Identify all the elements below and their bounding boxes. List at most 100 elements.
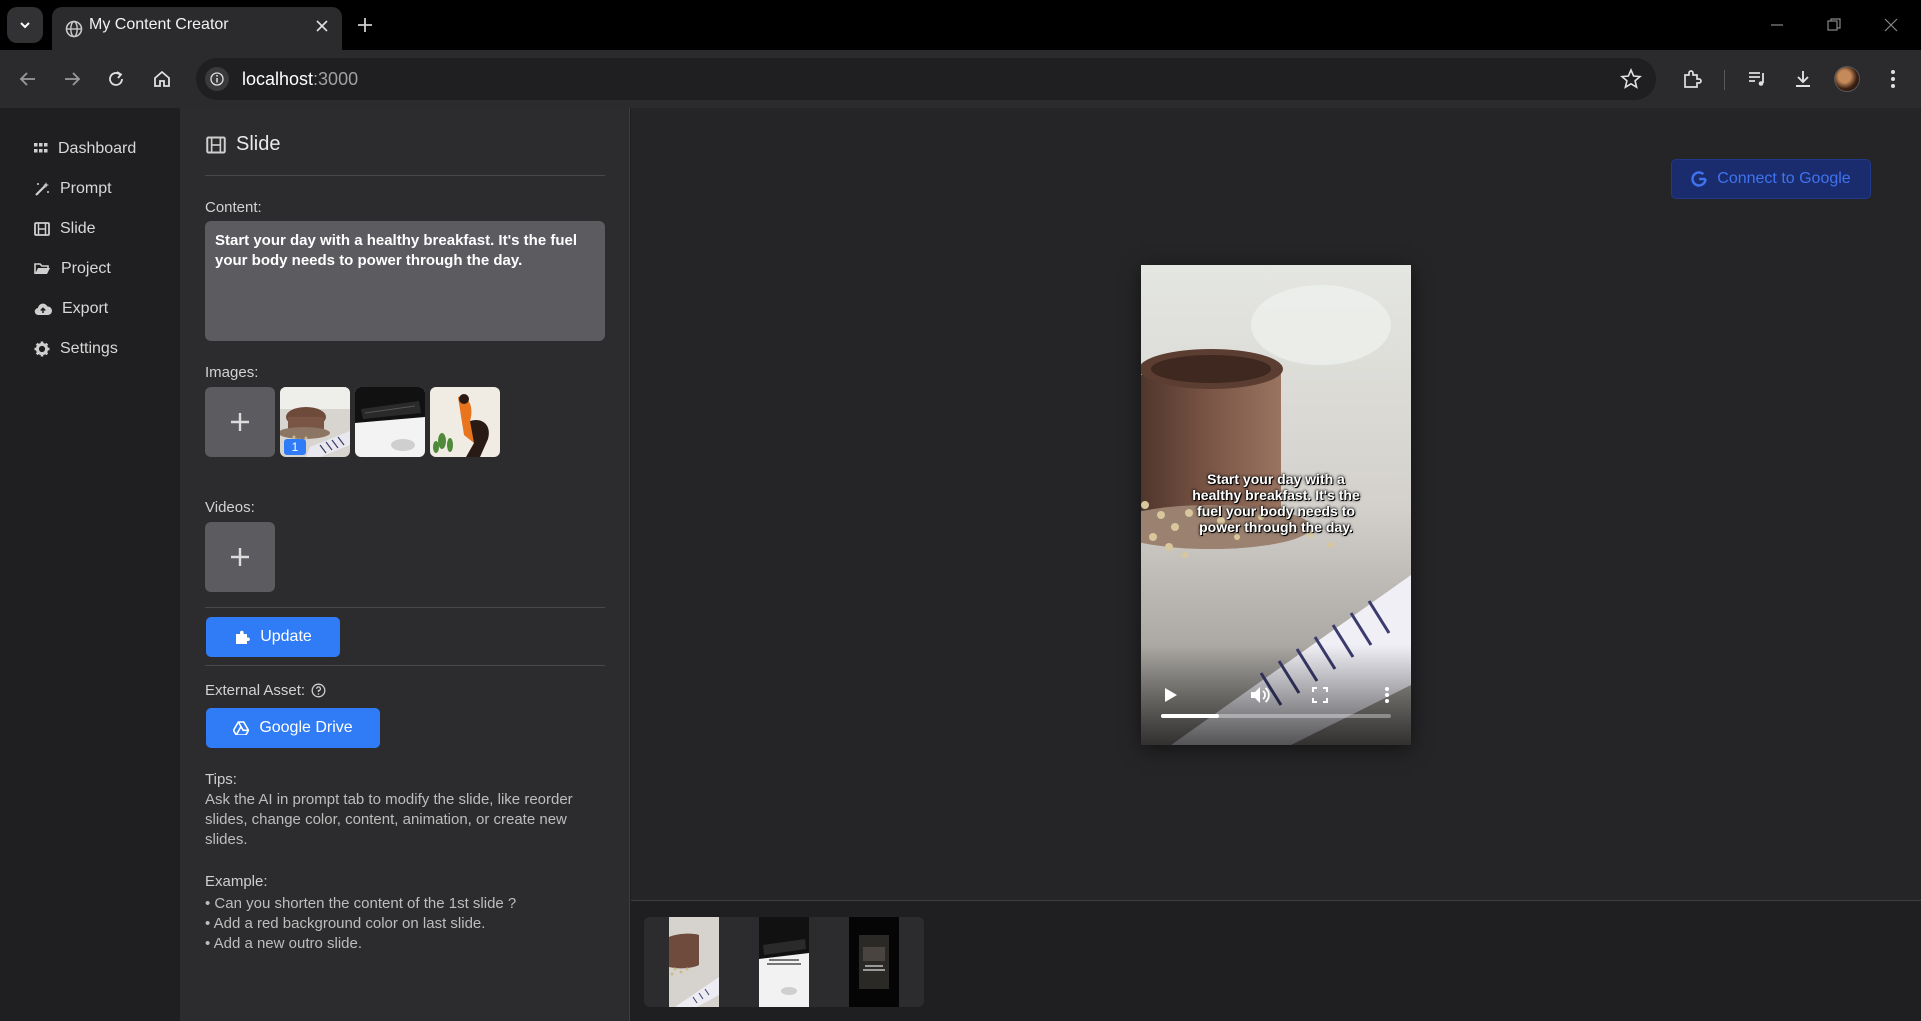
browser-toolbar: localhost:3000 (0, 50, 1921, 108)
puzzle-icon (1684, 70, 1702, 88)
content-textarea[interactable]: Start your day with a healthy breakfast.… (205, 221, 605, 341)
volume-icon (1251, 687, 1270, 703)
sidebar-item-label: Dashboard (58, 140, 137, 157)
sidebar-item-dashboard[interactable]: Dashboard (34, 135, 136, 163)
download-icon (1796, 71, 1810, 87)
restore-icon (1827, 18, 1841, 31)
queue-music-icon (1749, 72, 1764, 86)
toolbar-divider (1724, 70, 1725, 90)
url-host: localhost (242, 69, 314, 89)
mute-button[interactable] (1248, 683, 1272, 707)
play-button[interactable] (1159, 683, 1183, 707)
chevron-down-icon (20, 22, 30, 29)
sidebar-item-export[interactable]: Export (34, 295, 108, 323)
connect-google-button[interactable]: Connect to Google (1671, 159, 1871, 199)
tab-close-button[interactable] (312, 16, 332, 36)
gear-icon (34, 341, 50, 357)
forward-button[interactable] (55, 62, 89, 96)
divider (205, 665, 605, 666)
browser-tabbar: My Content Creator (0, 0, 1921, 50)
sidebar: Dashboard Prompt Slide Project Export Se… (0, 108, 180, 1021)
help-circle-icon[interactable] (311, 683, 326, 698)
videos-label: Videos: (205, 499, 255, 516)
downloads-button[interactable] (1788, 64, 1818, 94)
plus-icon (231, 548, 249, 566)
browser-menu-button[interactable] (1878, 64, 1908, 94)
plus-icon (358, 18, 372, 32)
new-tab-button[interactable] (352, 12, 378, 38)
example-title: Example: (205, 873, 268, 890)
info-icon (210, 72, 224, 86)
close-window-button[interactable] (1876, 10, 1906, 40)
divider (205, 175, 605, 176)
slide-thumbnail-image (849, 917, 899, 1007)
minimize-button[interactable] (1762, 10, 1792, 40)
plus-icon (231, 413, 249, 431)
bookmark-star-icon[interactable] (1620, 68, 1642, 90)
panel-title: Slide (206, 133, 280, 156)
slide-panel: Slide Content: Start your day with a hea… (180, 108, 630, 1021)
restore-button[interactable] (1819, 10, 1849, 40)
image-thumbnail[interactable] (355, 387, 425, 457)
minimize-icon (1771, 24, 1783, 26)
divider (205, 607, 605, 608)
tips-title: Tips: (205, 771, 237, 788)
browser-tab[interactable]: My Content Creator (52, 7, 342, 50)
reload-button[interactable] (99, 62, 133, 96)
add-video-button[interactable] (205, 522, 275, 592)
image-order-badge: 1 (284, 439, 306, 455)
extensions-button[interactable] (1677, 64, 1707, 94)
update-button[interactable]: Update (206, 617, 340, 657)
home-button[interactable] (145, 62, 179, 96)
image-thumbnail-illustration (430, 387, 500, 457)
film-icon (34, 222, 50, 236)
sidebar-item-prompt[interactable]: Prompt (34, 175, 112, 203)
slide-thumbnail[interactable] (734, 917, 834, 1007)
url-text: localhost:3000 (242, 58, 358, 100)
google-drive-label: Google Drive (259, 719, 353, 736)
sidebar-item-label: Prompt (60, 180, 112, 197)
sidebar-item-label: Export (62, 300, 109, 317)
slide-thumbnail[interactable] (644, 917, 744, 1007)
video-options-button[interactable] (1375, 683, 1399, 707)
arrow-right-icon (65, 72, 81, 86)
slide-thumbnail[interactable] (824, 917, 924, 1007)
tab-list-button[interactable] (7, 7, 43, 43)
image-thumbnail[interactable] (430, 387, 500, 457)
tips-section: Tips: Ask the AI in prompt tab to modify… (205, 770, 605, 954)
arrow-left-icon (19, 72, 35, 86)
example-item: • Can you shorten the content of the 1st… (205, 895, 517, 912)
sidebar-item-settings[interactable]: Settings (34, 335, 118, 363)
site-info-button[interactable] (205, 67, 229, 91)
video-player[interactable]: Start your day with a healthy breakfast.… (1141, 265, 1411, 745)
profile-avatar[interactable] (1834, 66, 1860, 92)
url-port: :3000 (313, 69, 359, 89)
external-asset-row: External Asset: (205, 682, 326, 699)
puzzle-piece-icon (236, 630, 251, 644)
more-vertical-icon (1385, 687, 1389, 703)
update-label: Update (260, 628, 312, 645)
fullscreen-icon (1312, 687, 1328, 703)
example-item: • Add a new outro slide. (205, 935, 363, 952)
add-image-button[interactable] (205, 387, 275, 457)
video-caption: Start your day with a healthy breakfast.… (1192, 471, 1360, 535)
tips-text: Ask the AI in prompt tab to modify the s… (205, 791, 573, 848)
fullscreen-button[interactable] (1308, 683, 1332, 707)
sidebar-item-label: Project (61, 260, 111, 277)
home-icon (154, 70, 170, 87)
video-progress-bar[interactable] (1161, 714, 1391, 718)
address-bar[interactable]: localhost:3000 (196, 58, 1656, 100)
sidebar-item-label: Settings (60, 340, 118, 357)
reload-icon (109, 71, 123, 86)
example-item: • Add a red background color on last sli… (205, 915, 486, 932)
slide-thumbnail-image (669, 917, 719, 1007)
cloud-upload-icon (34, 303, 52, 316)
sidebar-item-project[interactable]: Project (34, 255, 111, 283)
video-progress-fill (1161, 714, 1219, 718)
back-button[interactable] (11, 62, 45, 96)
image-thumbnail[interactable]: 1 (280, 387, 350, 457)
media-control-button[interactable] (1742, 64, 1772, 94)
sidebar-item-slide[interactable]: Slide (34, 215, 96, 243)
content-label: Content: (205, 199, 262, 216)
google-drive-button[interactable]: Google Drive (206, 708, 380, 748)
